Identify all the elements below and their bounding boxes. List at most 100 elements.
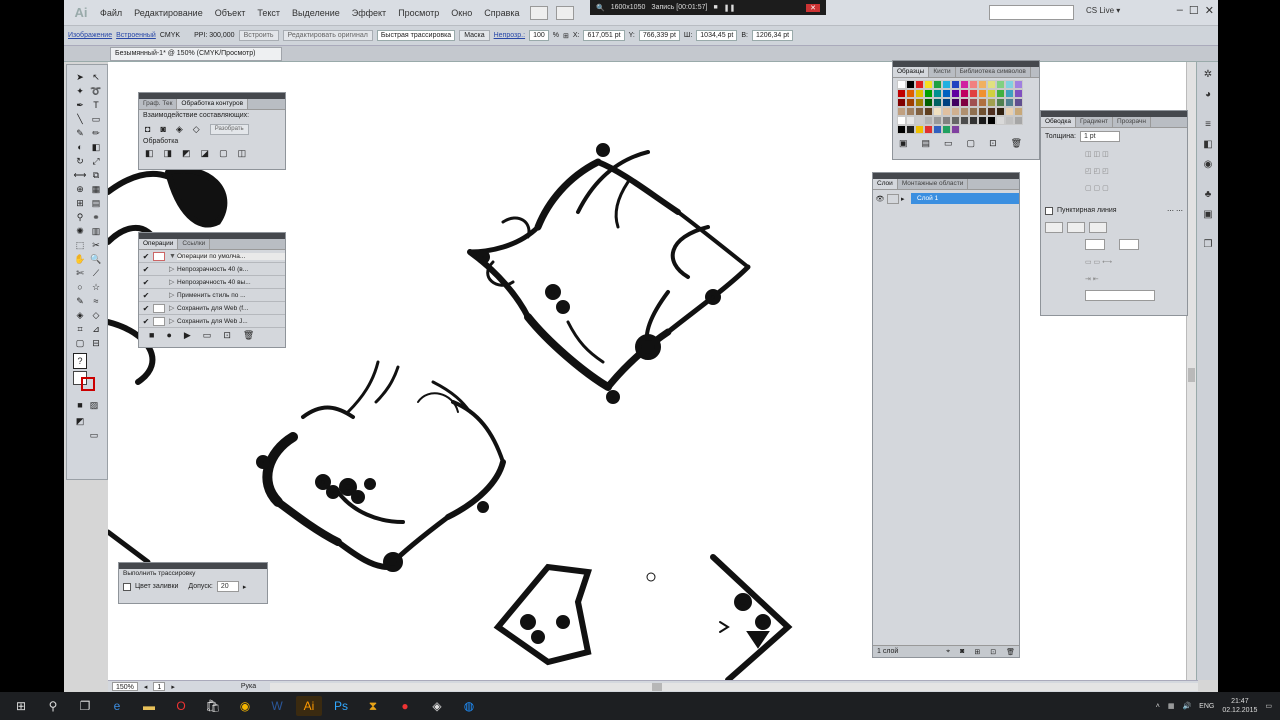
document-tab[interactable]: Безымянный-1* @ 150% (CMYK/Просмотр): [110, 47, 282, 61]
gradient-tool-icon[interactable]: ▤: [89, 197, 103, 209]
screen-mode-icon[interactable]: ▭: [87, 429, 101, 441]
scale-icons[interactable]: ▭ ▭ ⟷: [1085, 258, 1112, 266]
slice-select-tool-icon[interactable]: ⊟: [89, 337, 103, 349]
arrange-documents-icon[interactable]: [555, 5, 574, 20]
color-swatch[interactable]: [915, 80, 924, 89]
color-swatch[interactable]: [915, 125, 924, 134]
edit-original-button[interactable]: Редактировать оригинал: [282, 30, 373, 41]
recorder-close-button[interactable]: ✕: [806, 3, 820, 12]
menu-help[interactable]: Справка: [478, 8, 525, 18]
dialog-toggle[interactable]: [153, 265, 165, 274]
status-text[interactable]: Рука: [241, 683, 256, 690]
color-swatch[interactable]: [1005, 116, 1014, 125]
color-swatch[interactable]: [1014, 98, 1023, 107]
paintbrush-tool-icon[interactable]: ✎: [73, 127, 87, 139]
color-swatch[interactable]: [897, 80, 906, 89]
expand-icon[interactable]: ▷: [169, 278, 177, 286]
edge-icon[interactable]: e: [104, 696, 130, 716]
rotate-tool-icon[interactable]: ↻: [73, 155, 87, 167]
tab-layers[interactable]: Слои: [873, 179, 898, 189]
pen-tool-icon[interactable]: ✒: [73, 99, 87, 111]
bridge-icon[interactable]: [529, 5, 548, 20]
profile-select[interactable]: [1085, 290, 1155, 301]
star-tool-icon[interactable]: ☆: [89, 281, 103, 293]
artboard-nav-next-icon[interactable]: ▸: [171, 683, 175, 691]
perspective-grid-tool-icon[interactable]: ▦: [89, 183, 103, 195]
lasso-tool-icon[interactable]: ➰: [89, 85, 103, 97]
color-swatch[interactable]: [906, 80, 915, 89]
corner-icons[interactable]: ◰ ◰ ◰: [1085, 167, 1109, 175]
fill-color-checkbox[interactable]: [123, 582, 131, 591]
color-swatch[interactable]: [960, 107, 969, 116]
color-swatch[interactable]: [1005, 80, 1014, 89]
recorder-stop-icon[interactable]: ■: [713, 4, 717, 11]
stroke-dock-icon[interactable]: ≡: [1201, 118, 1215, 132]
dash-field-1[interactable]: [1045, 222, 1063, 233]
new-layer-icon[interactable]: ⊡: [990, 648, 996, 656]
menu-edit[interactable]: Редактирование: [128, 8, 209, 18]
vertical-scroll-thumb[interactable]: [1188, 368, 1195, 382]
photoshop-taskbar-icon[interactable]: Ps: [328, 696, 354, 716]
menu-view[interactable]: Просмотр: [392, 8, 445, 18]
color-swatch[interactable]: [969, 116, 978, 125]
color-swatch[interactable]: [1005, 107, 1014, 116]
color-swatch[interactable]: [933, 125, 942, 134]
scale-tool-icon[interactable]: ⤢: [89, 155, 103, 167]
dialog-toggle[interactable]: [153, 278, 165, 287]
color-swatch[interactable]: [996, 107, 1005, 116]
new-set-icon[interactable]: ▭: [203, 330, 212, 341]
color-swatch[interactable]: [951, 89, 960, 98]
color-swatch[interactable]: [969, 89, 978, 98]
divide-icon[interactable]: ◧: [145, 148, 154, 159]
crop-icon[interactable]: ◪: [201, 148, 210, 159]
color-swatch[interactable]: [942, 125, 951, 134]
color-swatch[interactable]: [942, 98, 951, 107]
intersect-icon[interactable]: ◈: [176, 124, 183, 135]
horizontal-scroll-thumb[interactable]: [652, 682, 663, 691]
color-swatch[interactable]: [987, 107, 996, 116]
tolerance-stepper-icon[interactable]: ▸: [243, 583, 247, 591]
expand-button[interactable]: Разобрать: [209, 124, 249, 135]
height-field[interactable]: 1206,34 pt: [752, 30, 794, 41]
scissors-tool-icon[interactable]: ✄: [73, 267, 87, 279]
outline-icon[interactable]: ▢: [219, 148, 228, 159]
expand-icon[interactable]: ▷: [169, 291, 177, 299]
color-swatch[interactable]: [969, 107, 978, 116]
menu-window[interactable]: Окно: [445, 8, 478, 18]
help-icon[interactable]: ?: [73, 353, 87, 369]
action-check[interactable]: ✔: [139, 278, 153, 287]
tab-symbols[interactable]: Библиотека символов: [956, 67, 1031, 77]
free-transform-tool-icon[interactable]: ⧉: [89, 169, 103, 181]
embed-button[interactable]: Встроить: [238, 30, 279, 41]
color-swatch[interactable]: [951, 116, 960, 125]
expand-icon[interactable]: ▷: [169, 317, 177, 325]
color-swatch[interactable]: [996, 80, 1005, 89]
puppet-tool-icon[interactable]: ✎: [73, 295, 87, 307]
tab-brushes[interactable]: Кисти: [929, 67, 956, 77]
layers-dock-icon[interactable]: ❐: [1201, 238, 1215, 252]
color-swatch[interactable]: [987, 89, 996, 98]
action-check[interactable]: ✔: [139, 304, 153, 313]
color-swatch[interactable]: [906, 107, 915, 116]
slice-tool-icon[interactable]: ✂: [89, 239, 103, 251]
color-swatch[interactable]: [969, 98, 978, 107]
color-swatch[interactable]: [942, 80, 951, 89]
tab-artboards[interactable]: Монтажные области: [898, 179, 969, 189]
action-row[interactable]: ✔ ▷ Сохранить для Web J...: [139, 315, 285, 328]
minus-back-icon[interactable]: ◫: [238, 148, 247, 159]
width-field[interactable]: 1034,45 pt: [696, 30, 738, 41]
artboard-nav-prev-icon[interactable]: ◂: [144, 683, 148, 691]
close-icon[interactable]: ✕: [1205, 4, 1214, 17]
color-swatch[interactable]: [960, 89, 969, 98]
color-swatch[interactable]: [924, 98, 933, 107]
expand-icon[interactable]: ▼: [169, 253, 177, 260]
arrow-end-field[interactable]: [1119, 239, 1139, 250]
action-row[interactable]: ✔ ▷ Непрозрачность 40 (в...: [139, 263, 285, 276]
color-swatch[interactable]: [951, 107, 960, 116]
color-swatch[interactable]: [996, 89, 1005, 98]
color-swatch[interactable]: [906, 98, 915, 107]
layer-name[interactable]: Слой 1: [911, 193, 1019, 204]
network-icon[interactable]: ▦: [1168, 702, 1175, 710]
search-input[interactable]: [989, 5, 1074, 20]
menu-file[interactable]: Файл: [94, 8, 128, 18]
